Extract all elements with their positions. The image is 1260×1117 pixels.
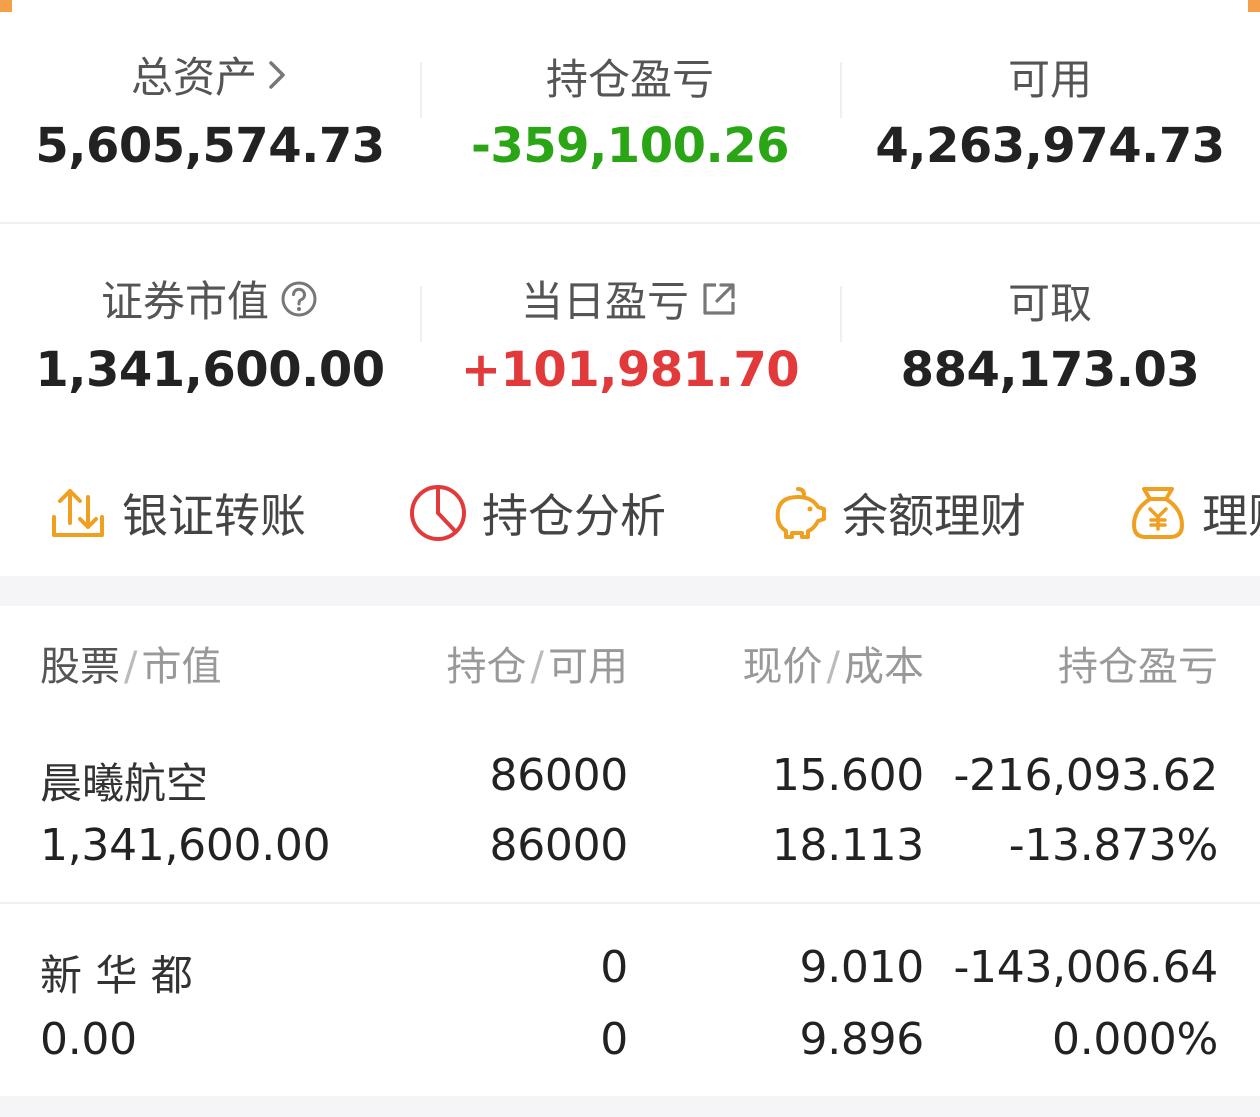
action-label: 银证转账 (122, 489, 306, 543)
header-cost: 成本 (844, 644, 924, 690)
market-value-block[interactable]: 证券市值 (0, 268, 420, 329)
stock-pnl-percent: 0.000% (1052, 1014, 1218, 1065)
action-label: 持仓分析 (482, 489, 666, 543)
stock-position: 86000 (489, 750, 629, 801)
stock-name: 晨曦航空 (40, 759, 209, 808)
market-value-label: 证券市值 (100, 277, 269, 326)
daily-pnl-block[interactable]: 当日盈亏 (420, 268, 840, 329)
money-bag-icon (1132, 487, 1184, 539)
header-available: 可用 (548, 644, 628, 690)
total-assets-block[interactable]: 总资产 (0, 44, 420, 105)
available-label: 可用 (1007, 55, 1092, 104)
withdrawable-label: 可取 (1007, 279, 1092, 328)
table-row[interactable]: 新 华 都 0.00 0 0 9.010 9.896 -143,006.64 0… (0, 918, 1260, 1094)
position-pnl-label: 持仓盈亏 (545, 55, 714, 104)
section-divider (0, 222, 1260, 224)
daily-pnl-value: +101,981.70 (460, 342, 800, 398)
header-separator: / (530, 644, 544, 690)
chevron-right-icon (269, 60, 285, 89)
stock-cost: 9.896 (799, 1014, 925, 1065)
corner-accent-left (0, 0, 12, 12)
position-pnl-value: -359,100.26 (470, 118, 790, 174)
external-link-icon[interactable] (699, 279, 739, 319)
section-gap (0, 576, 1260, 606)
stock-price: 9.010 (799, 942, 925, 993)
header-separator: / (124, 644, 138, 690)
header-market-value: 市值 (141, 644, 222, 690)
header-position-available: 持仓 / 可用 (330, 634, 628, 692)
available-value: 4,263,974.73 (875, 118, 1225, 174)
stock-pnl-percent: -13.873% (1008, 820, 1219, 871)
stock-name: 新 华 都 (40, 951, 193, 1000)
total-assets-value: 5,605,574.73 (35, 118, 385, 174)
stock-price: 15.600 (771, 750, 924, 801)
stock-pnl: -143,006.64 (953, 942, 1218, 993)
pie-chart-icon (410, 485, 466, 541)
action-bank-transfer[interactable]: 银证转账 (48, 478, 306, 548)
action-label: 余额理财 (842, 489, 1026, 543)
table-row[interactable]: 晨曦航空 1,341,600.00 86000 86000 15.600 18.… (0, 724, 1260, 902)
help-icon[interactable] (279, 279, 319, 319)
action-wealth-management[interactable]: 理财 (1128, 478, 1260, 548)
corner-accent-right (1248, 0, 1260, 12)
header-price: 现价 (742, 644, 823, 690)
market-value-value: 1,341,600.00 (35, 342, 385, 398)
header-price-cost: 现价 / 成本 (640, 634, 924, 692)
bottom-band (0, 1096, 1260, 1117)
daily-pnl-label: 当日盈亏 (520, 277, 689, 326)
stock-cost: 18.113 (771, 820, 924, 871)
stock-pnl: -216,093.62 (953, 750, 1218, 801)
header-separator: / (826, 644, 840, 690)
action-balance-finance[interactable]: 余额理财 (768, 478, 1026, 548)
header-stock-market-value: 股票 / 市值 (40, 634, 221, 692)
stock-position: 0 (600, 942, 628, 993)
stock-available: 0 (600, 1014, 628, 1065)
header-stock: 股票 (40, 644, 120, 690)
piggy-bank-icon (775, 487, 826, 539)
row-divider (0, 902, 1260, 904)
action-label: 理财 (1202, 489, 1260, 543)
withdrawable-value: 884,173.03 (900, 342, 1200, 398)
transfer-icon (52, 489, 104, 537)
total-assets-label: 总资产 (130, 53, 257, 102)
header-position: 持仓 (446, 644, 527, 690)
action-position-analysis[interactable]: 持仓分析 (408, 478, 666, 548)
header-position-pnl: 持仓盈亏 (1058, 644, 1218, 690)
stock-available: 86000 (489, 820, 629, 871)
stock-market-value: 1,341,600.00 (40, 820, 331, 871)
stock-market-value: 0.00 (40, 1014, 137, 1065)
